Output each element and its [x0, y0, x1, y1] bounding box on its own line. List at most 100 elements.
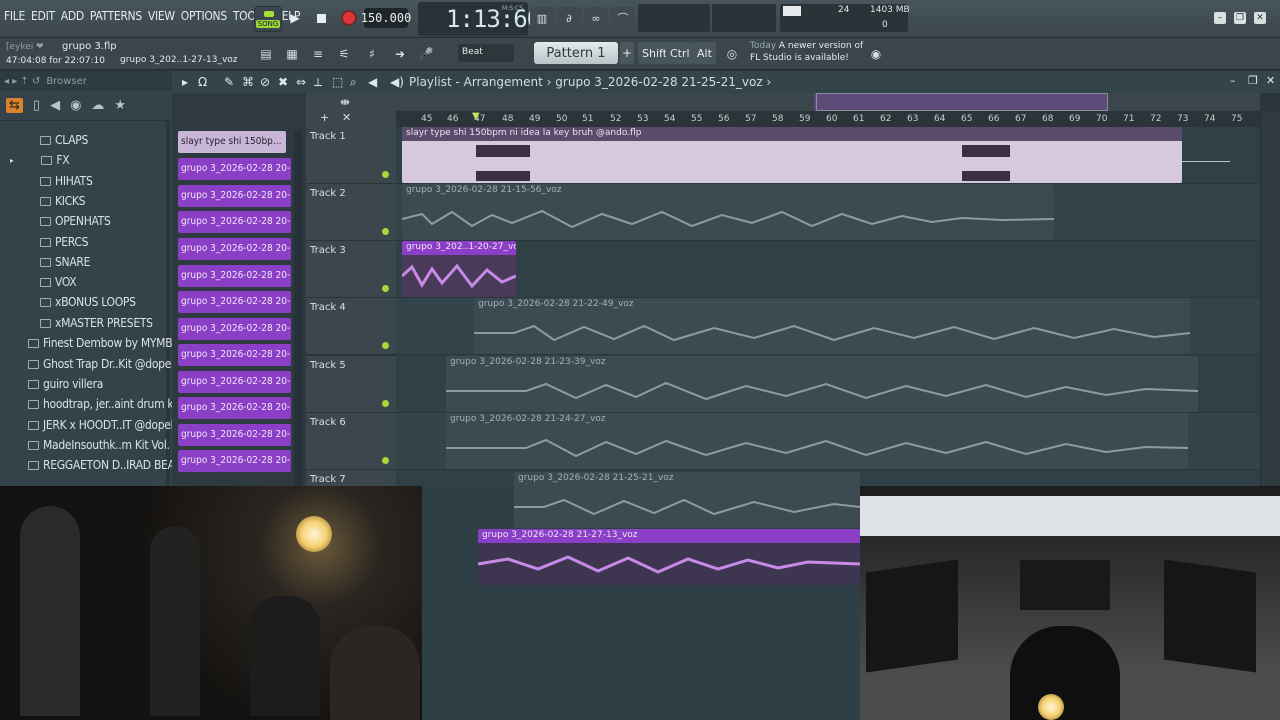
- master-volume-panel[interactable]: [712, 4, 776, 32]
- track-header-6[interactable]: Track 6: [306, 413, 396, 470]
- browser-item-hoodtrap[interactable]: hoodtrap, jer..aint drum kit: [28, 394, 180, 414]
- auto-scroll-icon[interactable]: ⇼: [340, 95, 350, 109]
- browser-item-finest-dembow[interactable]: Finest Dembow by MYMBA: [28, 333, 180, 353]
- browser-item-fx[interactable]: ▸ FX: [10, 150, 70, 170]
- audio-clip[interactable]: grupo 3_2026-02-28 21-24-27_voz: [446, 413, 1188, 469]
- audio-clip[interactable]: grupo 3_2026-02-28 21-22-49_voz: [474, 298, 1190, 354]
- snap-select[interactable]: Beat: [458, 44, 514, 62]
- menu-add[interactable]: ADD: [61, 9, 84, 23]
- browser-arrows-icon[interactable]: ◂ ▸ ⇡ ↺: [4, 76, 40, 87]
- browser-item-guiro-villera[interactable]: guiro villera: [28, 374, 103, 394]
- browser-item-hihats[interactable]: HIHATS: [40, 171, 93, 191]
- arrow-right-icon[interactable]: ➜: [390, 44, 410, 64]
- remove-track-icon[interactable]: ✕: [342, 111, 351, 124]
- browser-item-madeinsouth[interactable]: MadeInsouthk..m Kit Vol. 2: [28, 435, 180, 455]
- browser-speaker-icon[interactable]: ◀: [50, 98, 60, 113]
- playlist-overview[interactable]: [396, 93, 1260, 111]
- browser-globe-icon[interactable]: ◉: [70, 98, 81, 113]
- step-edit-icon[interactable]: ∂: [557, 7, 581, 29]
- minimize-playlist-icon[interactable]: –: [1230, 74, 1236, 87]
- news-headline[interactable]: Today A newer version of: [750, 41, 863, 51]
- delete-icon[interactable]: ⊘: [260, 75, 270, 89]
- ctrl-button[interactable]: Ctrl: [666, 42, 694, 64]
- browser-item-jerk-hoodt[interactable]: JERK x HOODT..IT @dopekit: [28, 415, 184, 435]
- track-lane-6[interactable]: grupo 3_2026-02-28 21-24-27_voz: [396, 413, 1260, 470]
- add-track-icon[interactable]: +: [320, 111, 329, 124]
- playhead-marker-icon[interactable]: ▼: [472, 111, 480, 122]
- track-lane-4[interactable]: grupo 3_2026-02-28 21-22-49_voz: [396, 298, 1260, 355]
- picker-item[interactable]: grupo 3_2026-02-28 20-...: [178, 238, 291, 260]
- add-pattern-button[interactable]: +: [620, 42, 634, 64]
- speaker-icon[interactable]: ◀: [368, 75, 377, 89]
- picker-item[interactable]: grupo 3_2026-02-28 20-...: [178, 318, 291, 340]
- play-button[interactable]: ▶: [284, 7, 306, 29]
- track-lane-3[interactable]: grupo 3_202..1-20-27_voz: [396, 241, 1260, 298]
- menu-patterns[interactable]: PATTERNS: [90, 9, 142, 23]
- zoom-icon[interactable]: ⌕: [350, 75, 357, 90]
- restore-icon[interactable]: ❐: [1234, 12, 1246, 24]
- track-active-led[interactable]: [382, 228, 389, 235]
- countdown-icon[interactable]: ⌒: [611, 7, 635, 29]
- picker-item[interactable]: grupo 3_2026-02-28 20-...: [178, 265, 291, 287]
- alt-button[interactable]: Alt: [693, 42, 716, 64]
- pencil-icon[interactable]: ✎: [224, 75, 234, 89]
- picker-item[interactable]: grupo 3_2026-02-28 20-...: [178, 371, 291, 393]
- playlist-icon[interactable]: ▤: [256, 44, 276, 64]
- picker-item[interactable]: grupo 3_2026-02-28 20-...: [178, 450, 291, 472]
- minimize-icon[interactable]: –: [1214, 12, 1226, 24]
- picker-item[interactable]: grupo 3_2026-02-28 20-...: [178, 185, 291, 207]
- mixer-icon[interactable]: ⚟: [334, 44, 354, 64]
- audio-clip[interactable]: grupo 3_2026-02-28 21-25-21_voz: [514, 472, 860, 528]
- browser-item-reggaeton[interactable]: REGGAETON D..IRAD BEATS: [28, 455, 187, 475]
- close-playlist-icon[interactable]: ✕: [1266, 74, 1275, 87]
- browser-item-kicks[interactable]: KICKS: [40, 191, 86, 211]
- pattern-select[interactable]: Pattern 1: [534, 42, 618, 64]
- track-active-led[interactable]: [382, 285, 389, 292]
- maximize-playlist-icon[interactable]: ❐: [1248, 74, 1258, 87]
- wait-input-icon[interactable]: ∞: [584, 7, 608, 29]
- playlist-scrollbar[interactable]: [1262, 111, 1280, 491]
- audio-clip[interactable]: grupo 3_202..1-20-27_voz: [402, 241, 516, 297]
- metronome-icon[interactable]: ▥: [530, 7, 554, 29]
- plugin-icon[interactable]: ♯: [362, 44, 382, 64]
- stop-button[interactable]: [310, 7, 332, 29]
- track-lane-5[interactable]: grupo 3_2026-02-28 21-23-39_voz: [396, 356, 1260, 413]
- menu-file[interactable]: FILE: [4, 9, 25, 23]
- track-header-4[interactable]: Track 4: [306, 298, 396, 355]
- browser-cloud-icon[interactable]: ☁: [91, 98, 104, 113]
- mute-icon[interactable]: ✖: [278, 75, 288, 89]
- time-display[interactable]: 1:13:60: [446, 5, 541, 33]
- menu-view[interactable]: VIEW: [148, 9, 175, 23]
- browser-item-xmaster-presets[interactable]: xMASTER PRESETS: [40, 313, 153, 333]
- picker-scrollbar[interactable]: [294, 131, 302, 491]
- browser-item-xbonus-loops[interactable]: xBONUS LOOPS: [40, 292, 136, 312]
- track-active-led[interactable]: [382, 171, 389, 178]
- audio-clip[interactable]: grupo 3_2026-02-28 21-27-13_voz: [478, 529, 860, 585]
- picker-item[interactable]: grupo 3_2026-02-28 20-...: [178, 424, 291, 446]
- globe-icon[interactable]: ◉: [866, 44, 886, 64]
- track-active-led[interactable]: [382, 457, 389, 464]
- playlist-grid-lower[interactable]: grupo 3_2026-02-28 21-25-21_voz grupo 3_…: [420, 472, 860, 720]
- piano-roll-icon[interactable]: ▦: [282, 44, 302, 64]
- overview-viewport[interactable]: [816, 93, 1108, 111]
- browser-files-icon[interactable]: ▯: [33, 98, 40, 113]
- picker-item[interactable]: grupo 3_2026-02-28 20-...: [178, 291, 291, 313]
- audio-clip[interactable]: grupo 3_2026-02-28 21-15-56_voz: [402, 184, 1054, 240]
- menu-edit[interactable]: EDIT: [31, 9, 55, 23]
- picker-item[interactable]: grupo 3_2026-02-28 20-...: [178, 397, 291, 419]
- track-header-3[interactable]: Track 3: [306, 241, 396, 298]
- picker-item[interactable]: grupo 3_2026-02-28 20-...: [178, 344, 291, 366]
- news-icon[interactable]: ◎: [722, 44, 742, 64]
- record-button[interactable]: [338, 7, 360, 29]
- browser-item-claps[interactable]: CLAPS: [40, 130, 88, 150]
- picker-item-pattern[interactable]: slayr type shi 150bp...: [178, 131, 286, 153]
- playlist-menu-icon[interactable]: ▸: [182, 75, 188, 89]
- browser-item-ghost-trap[interactable]: Ghost Trap Dr..Kit @dopekit: [28, 354, 184, 374]
- slip-icon[interactable]: ⇔: [296, 75, 306, 89]
- close-icon[interactable]: ✕: [1254, 12, 1266, 24]
- track-header-1[interactable]: Track 1: [306, 127, 396, 184]
- menu-options[interactable]: OPTIONS: [181, 9, 227, 23]
- track-lane-1[interactable]: slayr type shi 150bpm ni idea la key bru…: [396, 127, 1260, 184]
- browser-star-icon[interactable]: ★: [114, 98, 126, 113]
- channel-rack-icon[interactable]: ≡: [308, 44, 328, 64]
